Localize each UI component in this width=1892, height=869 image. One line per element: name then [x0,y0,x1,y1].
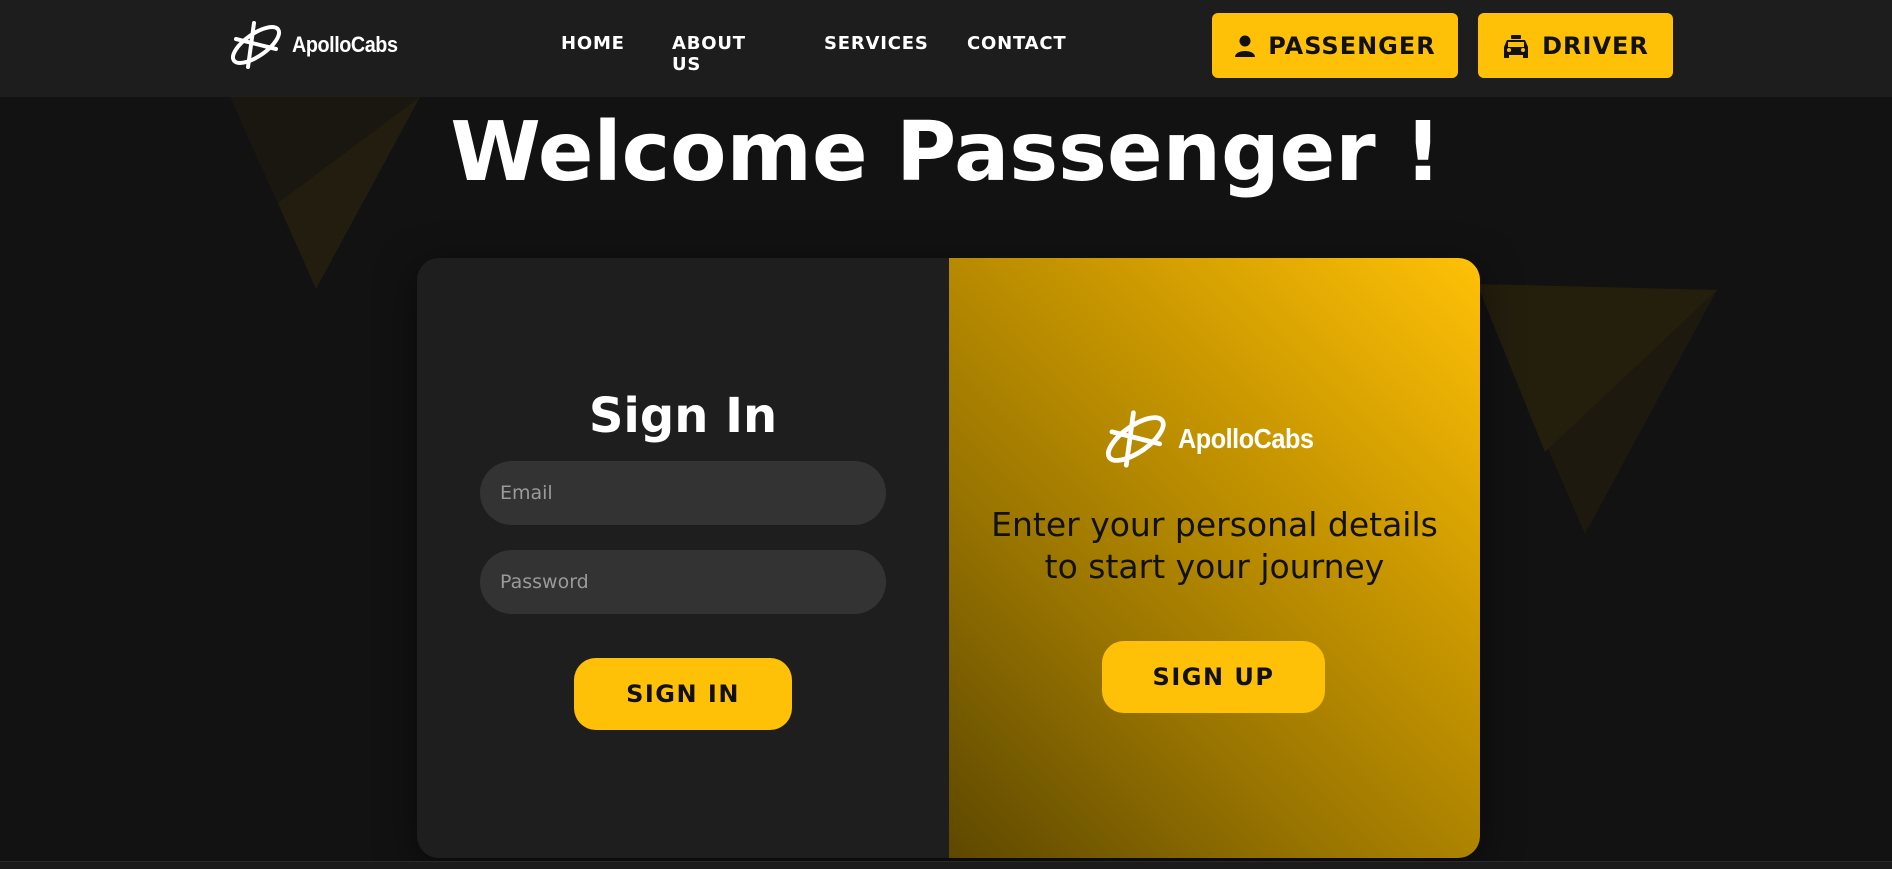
apollo-logo-icon [231,21,281,69]
sign-up-button[interactable]: SIGN UP [1102,641,1325,713]
promo-brand-name: ApolloCabs [1178,423,1314,454]
passenger-button-label: PASSENGER [1268,31,1436,60]
brand-name: ApolloCabs [292,32,398,57]
auth-card: Sign In SIGN IN ApolloCabs Enter your pe… [417,258,1480,858]
promo-tagline: Enter your personal details to start you… [949,504,1480,588]
nav-contact[interactable]: CONTACT [967,33,1066,54]
password-field[interactable] [480,550,886,614]
email-field[interactable] [480,461,886,525]
signup-panel: ApolloCabs Enter your personal details t… [949,258,1480,858]
driver-button[interactable]: DRIVER [1478,13,1673,78]
apollo-logo-icon [1106,410,1166,468]
nav-about-us[interactable]: ABOUT US [672,33,746,75]
page: ApolloCabs HOME ABOUT US SERVICES CONTAC… [0,0,1892,869]
taxi-icon [1504,34,1529,58]
bottom-edge-bar [0,861,1892,869]
passenger-button[interactable]: PASSENGER [1212,13,1458,78]
top-navbar: ApolloCabs HOME ABOUT US SERVICES CONTAC… [0,0,1892,97]
page-title: Welcome Passenger ! [450,105,1442,200]
brand-logo[interactable]: ApolloCabs [226,19,409,71]
driver-button-label: DRIVER [1542,31,1649,60]
promo-tagline-line1: Enter your personal details [991,505,1438,544]
promo-tagline-line2: to start your journey [1044,547,1385,586]
signin-panel: Sign In SIGN IN [417,258,949,858]
nav-services[interactable]: SERVICES [824,33,929,54]
decor-triangle-right [1477,284,1717,534]
user-icon [1235,35,1256,57]
signin-title: Sign In [588,388,778,444]
nav-home[interactable]: HOME [561,33,625,54]
promo-brand-logo: ApolloCabs [949,408,1480,470]
sign-in-button[interactable]: SIGN IN [574,658,792,730]
